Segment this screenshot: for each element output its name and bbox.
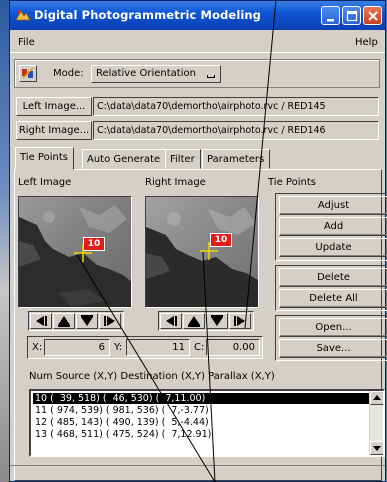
scroll-up-button[interactable] [370,391,383,405]
delete-button[interactable]: Delete [279,268,387,287]
menu-bar: File Help [10,31,385,53]
right-image-path-field[interactable]: C:\data\data70\demortho\airphoto.rvc / R… [93,121,379,140]
list-item[interactable]: 12 ( 485, 143) ( 490, 139) ( 5,-4.44) [33,417,369,428]
window-title: Digital Photogrammetric Modeling [34,8,262,22]
x-coordinate-field[interactable]: 6 [44,339,110,356]
open-button[interactable]: Open... [279,318,387,337]
arrow-right-icon [104,316,115,326]
tie-point-list[interactable]: 10 ( 39, 518) ( 46, 530) ( 7,11.00) 11 (… [29,389,385,457]
list-item[interactable]: 10 ( 39, 518) ( 46, 530) ( 7,11.00) [33,393,369,404]
arrow-up-icon [188,316,200,327]
right-first-button[interactable] [160,313,182,329]
adjust-button[interactable]: Adjust [279,196,387,215]
arrow-down-icon [211,315,223,326]
close-button[interactable] [363,6,382,25]
close-icon [368,11,378,21]
right-last-button[interactable] [229,313,251,329]
mode-toolbar: Mode: Relative Orientation [14,59,380,88]
arrow-down-icon [81,315,93,326]
mode-tool-button[interactable] [19,65,37,82]
arrow-left-icon [36,316,47,326]
minimize-button[interactable] [321,6,340,25]
update-button[interactable]: Update [279,238,387,257]
delete-all-button[interactable]: Delete All [279,289,387,308]
c-value-field[interactable]: 0.00 [206,339,260,356]
tab-parameters[interactable]: Parameters [202,149,271,169]
left-up-button[interactable] [53,313,75,329]
mode-label: Mode: [53,68,84,79]
app-window: Digital Photogrammetric Modeling File He… [9,0,387,482]
menu-help[interactable]: Help [355,37,378,48]
y-coordinate-field[interactable]: 11 [126,339,190,356]
y-label: Y: [114,342,123,353]
app-icon [15,10,31,21]
scroll-up-icon [373,395,381,400]
maximize-button[interactable] [342,6,361,25]
coordinate-readout: X: 6 Y: 11 C: 0.00 [27,336,263,359]
left-image-button[interactable]: Left Image... [16,97,92,116]
minimize-icon [327,19,334,22]
save-button[interactable]: Save... [279,339,387,358]
right-nav-group [158,311,254,331]
c-label: C: [194,342,205,353]
tab-auto-generate[interactable]: Auto Generate [82,149,167,169]
mode-dropdown[interactable]: Relative Orientation [91,65,221,83]
right-down-button[interactable] [206,313,228,329]
dropdown-indicator-icon [207,75,215,78]
left-last-button[interactable] [99,313,121,329]
maximize-icon [346,10,358,22]
status-bar [10,465,385,482]
photogrammetry-tool-icon [22,67,34,79]
tab-tie-points[interactable]: Tie Points [15,147,74,170]
left-nav-group [28,311,124,331]
right-up-button[interactable] [183,313,205,329]
right-image-button[interactable]: Right Image... [16,121,92,140]
left-down-button[interactable] [76,313,98,329]
left-image-label: Left Image [18,177,72,188]
title-bar[interactable]: Digital Photogrammetric Modeling [10,1,385,30]
mode-dropdown-value: Relative Orientation [96,68,196,79]
scroll-down-icon [373,446,381,451]
left-crosshair-icon [74,244,92,262]
tie-points-label: Tie Points [268,177,316,188]
scroll-down-button[interactable] [370,441,383,455]
left-image-viewer[interactable]: 10 [18,196,132,308]
menu-file[interactable]: File [18,37,35,48]
right-image-viewer[interactable]: 10 [145,196,259,308]
tab-filter[interactable]: Filter [165,149,201,169]
arrow-up-icon [58,316,70,327]
add-button[interactable]: Add [279,217,387,236]
right-crosshair-icon [200,242,218,260]
right-image-label: Right Image [145,177,206,188]
arrow-left-icon [166,316,177,326]
left-image-path-field[interactable]: C:\data\data70\demortho\airphoto.rvc / R… [93,97,379,116]
tie-point-list-header: Num Source (X,Y) Destination (X,Y) Paral… [29,371,275,382]
list-scrollbar[interactable] [369,391,383,455]
list-item[interactable]: 13 ( 468, 511) ( 475, 524) ( 7,12.91) [33,429,369,440]
left-first-button[interactable] [30,313,52,329]
arrow-right-icon [234,316,245,326]
list-item[interactable]: 11 ( 974, 539) ( 981, 536) ( 7,-3.77) [33,405,369,416]
x-label: X: [32,342,43,353]
